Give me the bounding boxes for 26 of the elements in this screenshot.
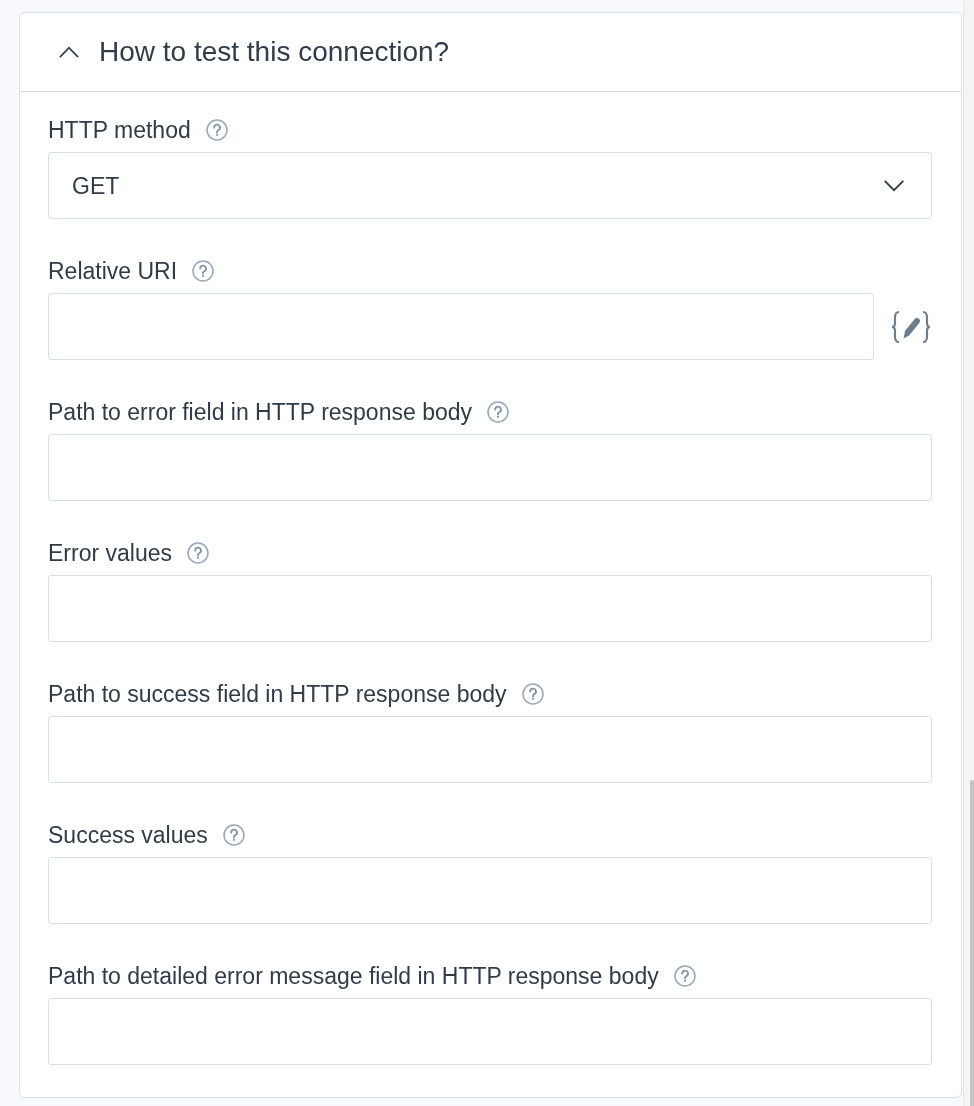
braces-pencil-icon[interactable]	[890, 309, 932, 344]
field-label: Success values	[48, 821, 208, 849]
field-label: Path to detailed error message field in HTTP response body	[48, 962, 659, 990]
input-field[interactable]	[48, 575, 932, 642]
field-label: Relative URI	[48, 257, 178, 285]
input-field[interactable]	[48, 716, 932, 783]
input-field[interactable]	[48, 293, 874, 360]
section-title[interactable]: How to test this connection?	[99, 35, 450, 69]
help-icon[interactable]	[673, 965, 696, 987]
field-label: Path to error field in HTTP response body	[48, 398, 472, 426]
field-label: HTTP method	[48, 116, 191, 144]
help-icon[interactable]	[222, 824, 245, 846]
input-field[interactable]	[48, 998, 932, 1065]
chevron-down-icon[interactable]	[882, 179, 906, 192]
method-select[interactable]: GET	[48, 152, 932, 219]
help-icon[interactable]	[487, 401, 509, 423]
help-icon[interactable]	[187, 542, 209, 564]
help-icon[interactable]	[192, 260, 215, 282]
field-label: Error values	[48, 539, 172, 567]
chevron-up-icon[interactable]	[58, 45, 80, 59]
input-field[interactable]	[48, 434, 932, 501]
scrollbar-thumb[interactable]	[970, 780, 974, 1106]
field-label: Path to success field in HTTP response body	[48, 680, 507, 708]
help-icon[interactable]	[205, 119, 228, 141]
input-field[interactable]	[48, 857, 932, 924]
help-icon[interactable]	[521, 683, 544, 705]
